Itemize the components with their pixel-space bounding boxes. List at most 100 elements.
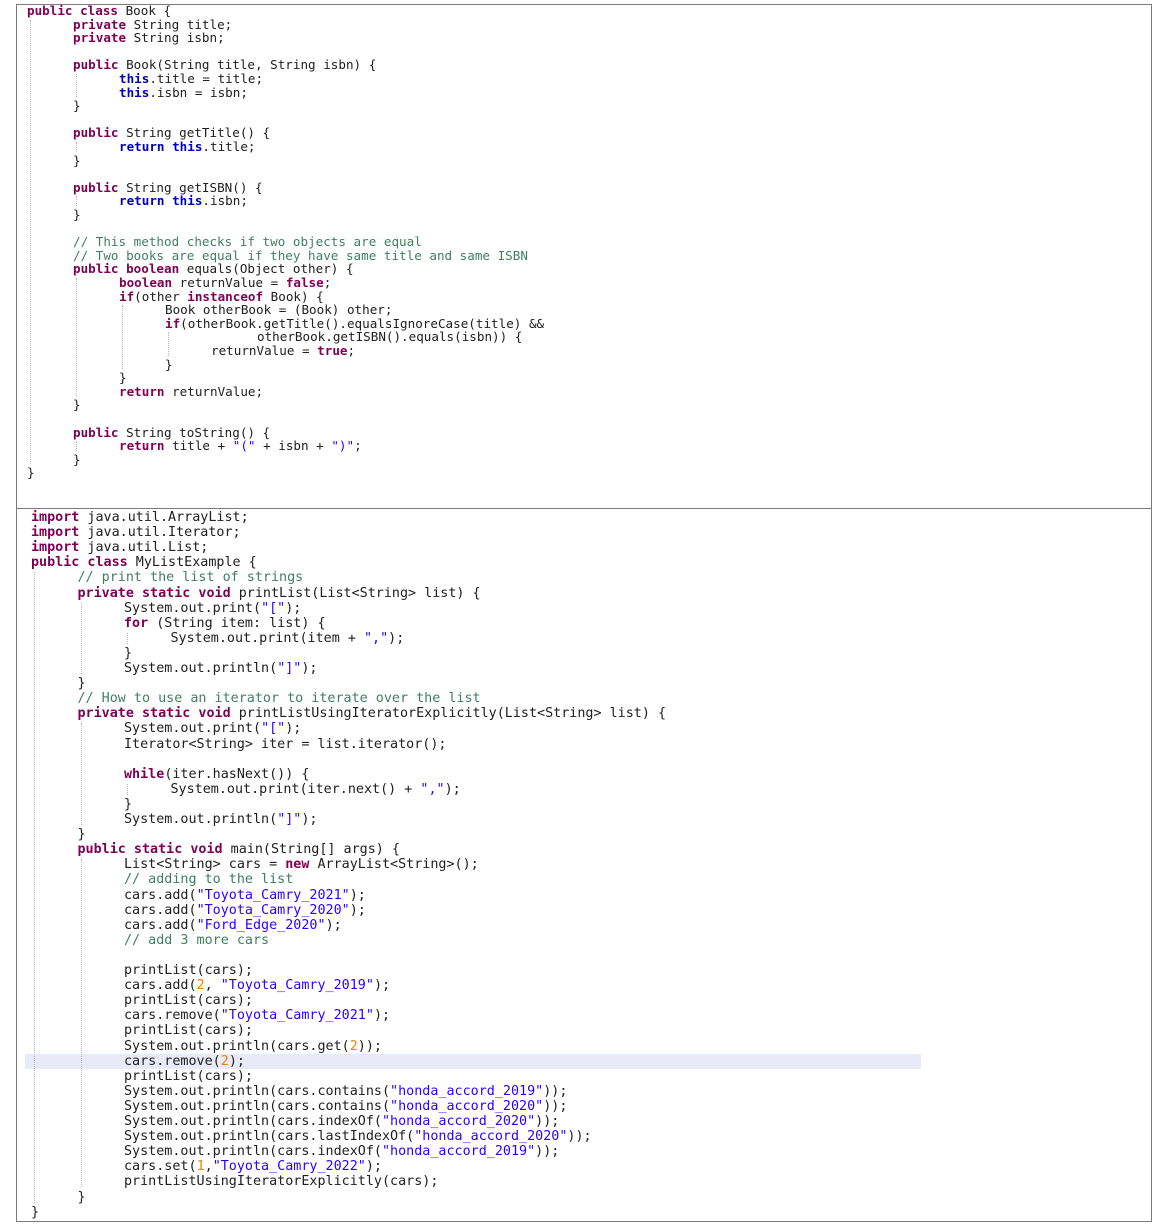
- code-line: }: [78, 676, 86, 691]
- code-line: private static void printList(List<Strin…: [78, 586, 481, 601]
- indent-guide: [127, 632, 128, 644]
- code-token: }: [73, 451, 81, 467]
- code-token: while: [124, 766, 165, 782]
- code-line: printList(cars);: [124, 993, 253, 1008]
- code-token: Iterator<String> iter = list.iterator();: [124, 736, 447, 752]
- code-line: printList(cars);: [124, 963, 253, 978]
- code-token: "honda_accord_2020": [381, 1114, 536, 1129]
- code-token: 2: [196, 978, 205, 994]
- code-line: }: [78, 827, 86, 842]
- code-line: }: [124, 646, 132, 661]
- code-line: this.title = title;: [119, 72, 263, 86]
- code-token: }: [77, 1189, 86, 1205]
- indent-guide: [76, 196, 77, 206]
- code-token: 2: [349, 1038, 358, 1054]
- code-token: public: [73, 125, 119, 141]
- code-token: main(String[] args) {: [222, 842, 400, 858]
- code-token: public: [73, 424, 119, 440]
- code-token: System.out.println(: [124, 661, 278, 676]
- code-line: public String getTitle() {: [73, 126, 270, 140]
- code-token: "]": [277, 812, 302, 827]
- indent-guide: [122, 305, 123, 370]
- indent-guide: [80, 859, 82, 1188]
- code-line: // This method checks if two objects are…: [73, 235, 422, 249]
- code-line: printList(cars);: [124, 1023, 253, 1038]
- code-token: (iter.hasNext()) {: [164, 766, 310, 782]
- code-line: System.out.print(iter.next() + ",");: [171, 782, 461, 797]
- code-token: }: [124, 645, 133, 661]
- code-token: );: [388, 630, 405, 646]
- code-token: );: [349, 902, 366, 918]
- code-token: );: [325, 917, 342, 933]
- code-token: ",": [363, 630, 389, 646]
- code-token: ,: [204, 978, 221, 994]
- code-line: // print the list of strings: [78, 570, 304, 585]
- code-token: System.out.print(iter.next() +: [170, 781, 421, 797]
- code-token: printList(List<String> list) {: [230, 585, 481, 601]
- code-token: List<String> cars =: [124, 857, 286, 873]
- code-token: }: [73, 207, 81, 222]
- code-token: cars.add(: [124, 887, 197, 903]
- code-token: );: [444, 781, 461, 797]
- code-token: ));: [543, 1098, 568, 1114]
- code-line: cars.add("Toyota_Camry_2021");: [124, 888, 366, 903]
- code-token: ",": [420, 781, 445, 797]
- code-token: // adding to the list: [124, 872, 294, 888]
- code-line: cars.add(2, "Toyota_Camry_2019");: [124, 978, 390, 993]
- code-line: return this.isbn;: [119, 194, 248, 208]
- code-token: System.out.print(: [124, 600, 262, 616]
- code-token: );: [301, 812, 318, 827]
- code-line: this.isbn = isbn;: [119, 85, 248, 100]
- code-token: System.out.println(cars.indexOf(: [124, 1114, 382, 1129]
- code-token: return this: [119, 139, 203, 154]
- code-line: public class Book {: [27, 5, 171, 18]
- code-token: for: [124, 615, 149, 631]
- code-line: // Two books are equal if they have same…: [73, 248, 528, 263]
- code-line: }: [78, 1190, 86, 1205]
- code-line: printListUsingIteratorExplicitly(cars);: [124, 1174, 438, 1189]
- indent-guide: [76, 74, 77, 98]
- code-line: if(otherBook.getTitle().equalsIgnoreCase…: [165, 316, 544, 331]
- code-token: public: [73, 179, 119, 195]
- code-token: System.out.println(cars.indexOf(: [124, 1144, 382, 1160]
- code-token: "[": [261, 721, 286, 737]
- code-token: ));: [535, 1144, 560, 1160]
- code-token: "Toyota_Camry_2019": [220, 978, 374, 994]
- code-line: System.out.println("]");: [124, 661, 318, 676]
- code-token: "Toyota_Camry_2022": [212, 1159, 366, 1175]
- code-token: // How to use an iterator to iterate ove…: [77, 691, 481, 707]
- code-line: public String toString() {: [73, 424, 270, 440]
- code-token: ;: [323, 275, 332, 290]
- code-token: "Ford_Edge_2020": [196, 917, 326, 933]
- code-line: public static void main(String[] args) {: [78, 842, 401, 857]
- code-line: if(other instanceof Book) {: [119, 289, 324, 304]
- code-token: }: [77, 676, 86, 692]
- code-line: import java.util.ArrayList;: [31, 510, 249, 525]
- code-token: ));: [567, 1129, 592, 1145]
- code-token: return this: [119, 193, 203, 209]
- code-line: cars.add("Toyota_Camry_2020");: [124, 903, 366, 918]
- code-token: ;: [347, 343, 356, 358]
- code-line: return title + "(" + isbn + ")";: [119, 439, 362, 453]
- code-line: }: [73, 451, 81, 467]
- code-token: }: [31, 1204, 40, 1220]
- code-token: );: [365, 1159, 382, 1175]
- code-token: }: [77, 827, 86, 843]
- code-token: System.out.println(cars.get(: [124, 1038, 350, 1054]
- code-token: java.util.ArrayList;: [79, 510, 249, 525]
- code-line: System.out.print("[");: [124, 721, 301, 736]
- code-token: System.out.println(: [124, 812, 278, 827]
- code-token: private: [73, 30, 127, 46]
- code-token: System.out.println(cars.contains(: [124, 1098, 391, 1114]
- code-line: System.out.print(item + ",");: [171, 631, 405, 646]
- code-token: ,: [204, 1159, 213, 1175]
- book-class-code-panel: public class Book {private String title;…: [16, 4, 1152, 508]
- code-token: );: [228, 1053, 245, 1069]
- code-line: Book otherBook = (Book) other;: [165, 303, 392, 317]
- code-line: }: [119, 371, 127, 385]
- code-token: );: [373, 1008, 391, 1024]
- code-token: printListUsingIteratorExplicitly(List<St…: [230, 706, 667, 722]
- code-token: }: [73, 152, 81, 168]
- code-token: public static void: [77, 842, 223, 858]
- code-token: 2: [220, 1053, 229, 1069]
